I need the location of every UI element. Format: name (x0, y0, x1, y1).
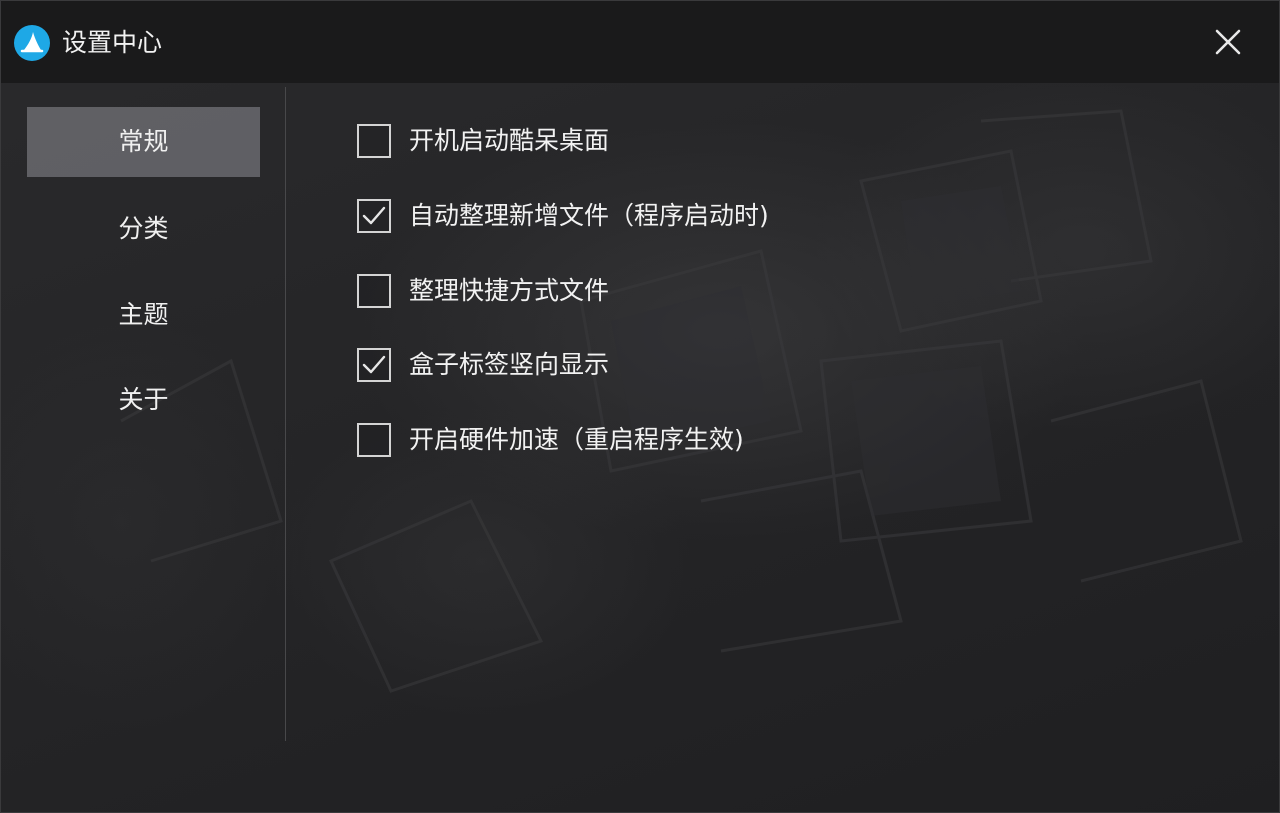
sidebar-nav: 常规 分类 主题 关于 (1, 83, 286, 743)
sidebar-item-category[interactable]: 分类 (27, 194, 260, 264)
checkbox-checked[interactable] (357, 348, 391, 382)
option-label: 开机启动酷呆桌面 (409, 126, 610, 155)
settings-window: 设置中心 常规 分类 主题 关于 开机启动酷呆桌面 自动整理新增文件（程序启动时… (0, 0, 1280, 813)
title-bar: 设置中心 (1, 1, 1279, 83)
app-logo-icon (14, 25, 50, 61)
sidebar-item-general[interactable]: 常规 (27, 107, 260, 177)
checkmark-icon (362, 355, 386, 374)
option-label: 开启硬件加速（重启程序生效) (409, 425, 744, 454)
option-label: 整理快捷方式文件 (409, 276, 610, 305)
sidebar-divider (285, 87, 286, 741)
sidebar-item-theme[interactable]: 主题 (27, 280, 260, 350)
window-title: 设置中心 (62, 28, 163, 57)
checkbox-unchecked[interactable] (357, 274, 391, 308)
sidebar-item-about[interactable]: 关于 (27, 365, 260, 435)
checkmark-icon (362, 206, 386, 225)
checkbox-unchecked[interactable] (357, 124, 391, 158)
close-button[interactable] (1205, 21, 1251, 65)
option-label: 盒子标签竖向显示 (409, 350, 610, 379)
checkbox-unchecked[interactable] (357, 423, 391, 457)
checkbox-checked[interactable] (357, 199, 391, 233)
close-icon (1215, 29, 1241, 55)
option-label: 自动整理新增文件（程序启动时) (409, 201, 769, 230)
